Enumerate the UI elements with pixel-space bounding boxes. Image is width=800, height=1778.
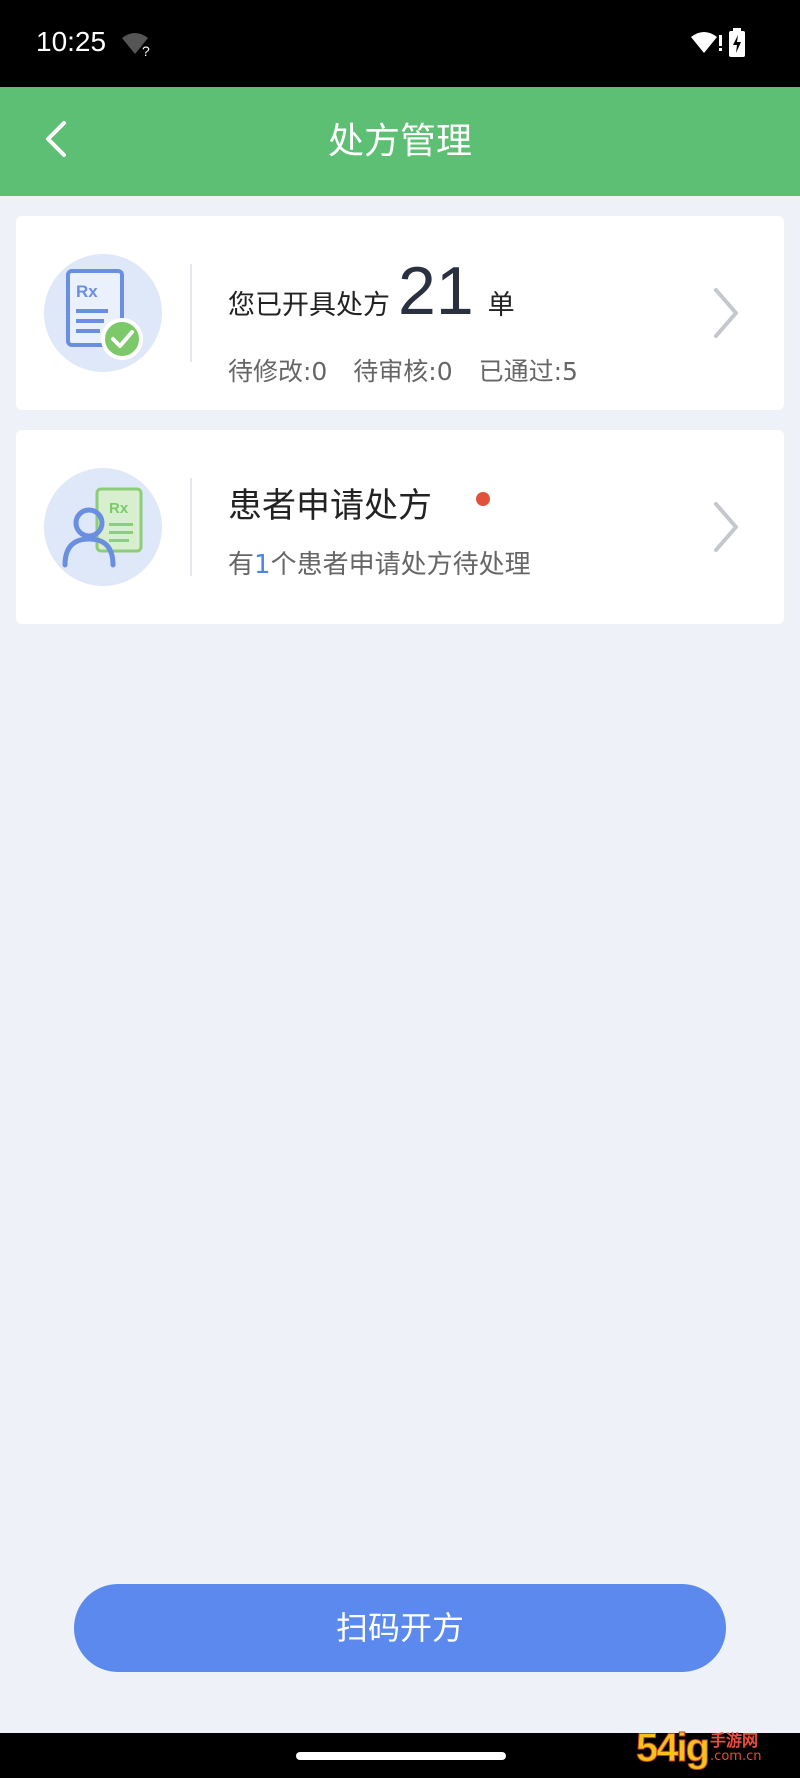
stat-pending-review: 待审核:0	[353, 357, 453, 386]
status-bar: 10:25 ?	[0, 0, 800, 87]
patient-requests-title: 患者申请处方	[228, 486, 432, 526]
svg-text:Rx: Rx	[76, 282, 98, 301]
unread-badge	[476, 492, 490, 506]
watermark-url: .com.cn	[710, 1748, 762, 1764]
subtitle-prefix: 有	[228, 550, 255, 580]
prescription-approved-icon: Rx	[44, 254, 162, 372]
chevron-left-icon	[42, 119, 70, 163]
issued-count: 21	[398, 253, 474, 329]
watermark-name: 手游网	[710, 1730, 759, 1750]
wifi-unknown-icon: ?	[120, 30, 156, 62]
issued-prefix: 您已开具处方	[228, 290, 390, 321]
battery-charging-icon	[728, 28, 746, 62]
scan-prescribe-button[interactable]: 扫码开方	[74, 1584, 726, 1672]
page-title: 处方管理	[327, 121, 472, 162]
svg-text:Rx: Rx	[109, 500, 129, 517]
patient-requests-card[interactable]: Rx 患者申请处方 有1个患者申请处方待处理	[16, 430, 784, 624]
app-header: 处方管理	[0, 87, 800, 196]
patient-requests-subtitle: 有1个患者申请处方待处理	[228, 544, 531, 581]
back-button[interactable]	[30, 115, 82, 167]
patient-prescription-icon: Rx	[44, 468, 162, 586]
card-divider	[190, 478, 192, 576]
svg-text:?: ?	[142, 43, 150, 58]
subtitle-suffix: 个患者申请处方待处理	[270, 550, 531, 580]
watermark-logo: 54ig 手游网 .com.cn	[635, 1722, 792, 1774]
watermark-mark: 54ig	[635, 1725, 710, 1770]
chevron-right-icon	[710, 500, 742, 558]
issued-prescriptions-card[interactable]: Rx 您已开具处方 21 单 待修改:0 待审核:0 已通过:5	[16, 216, 784, 410]
stat-approved: 已通过:5	[478, 357, 578, 386]
issued-summary: 您已开具处方 21 单	[228, 252, 515, 329]
stat-pending-modify: 待修改:0	[228, 357, 328, 386]
status-time: 10:25	[36, 26, 107, 57]
card-divider	[190, 264, 192, 362]
issued-stats: 待修改:0 待审核:0 已通过:5	[228, 352, 596, 388]
wifi-icon	[690, 29, 724, 61]
chevron-right-icon	[710, 286, 742, 344]
issued-unit: 单	[487, 290, 515, 321]
pending-request-count: 1	[254, 550, 271, 580]
watermark-text: 手游网 .com.cn	[710, 1730, 762, 1764]
home-indicator[interactable]	[296, 1752, 506, 1760]
